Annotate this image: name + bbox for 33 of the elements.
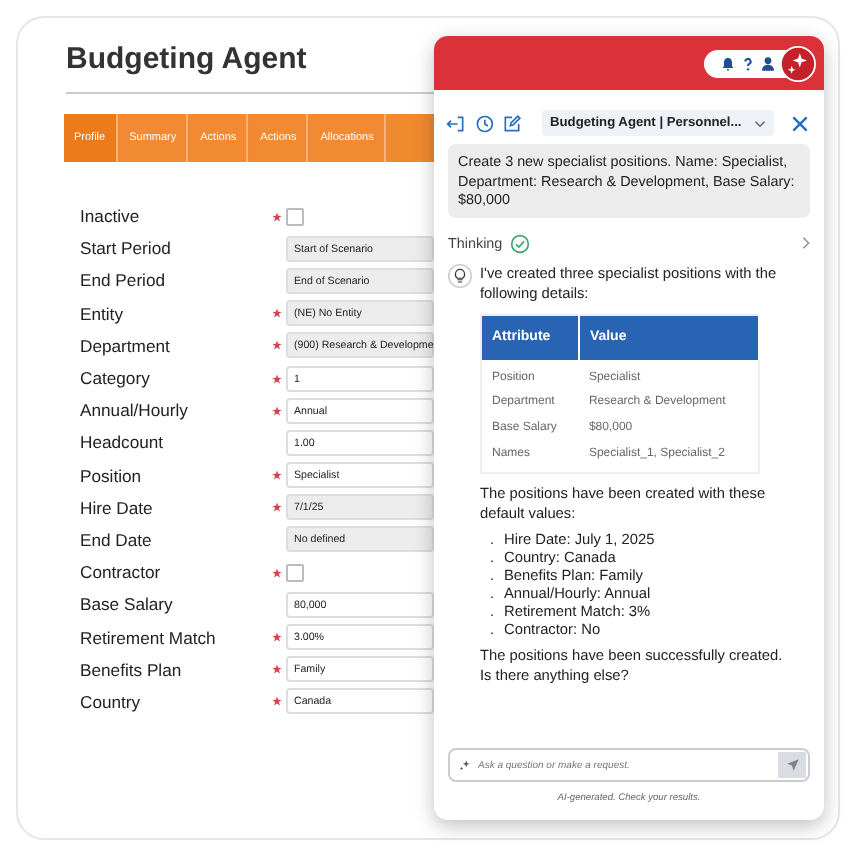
bell-icon[interactable] [720, 55, 736, 71]
close-icon[interactable] [789, 113, 810, 133]
field-label: Position [80, 465, 144, 486]
user-icon[interactable] [760, 55, 776, 71]
field-label: Headcount [80, 432, 166, 453]
field-label: Base Salary [80, 594, 175, 615]
field-label: Department [80, 335, 172, 356]
help-icon[interactable] [740, 55, 756, 71]
caret-icon [753, 119, 766, 127]
exit-icon[interactable] [446, 113, 466, 133]
page-title: Budgeting Agent [66, 42, 307, 76]
field-label: End Date [80, 529, 154, 550]
field-label: Hire Date [80, 497, 155, 518]
checkbox[interactable] [286, 563, 304, 582]
field-label: Country [80, 691, 143, 712]
field-label: Contractor [80, 562, 163, 583]
field-label: Start Period [80, 238, 173, 259]
edit-icon[interactable] [502, 113, 522, 133]
send-button[interactable] [778, 752, 806, 778]
field-label: Benefits Plan [80, 659, 184, 680]
field-label: Annual/Hourly [80, 400, 190, 421]
field-label: Retirement Match [80, 627, 218, 648]
lightbulb-icon [448, 263, 472, 288]
field-label: Entity [80, 303, 125, 324]
checkbox[interactable] [286, 207, 304, 226]
chevron-right-icon[interactable] [802, 236, 810, 251]
field-label: Category [80, 368, 152, 389]
field-label: End Period [80, 270, 168, 291]
sparkle-icon[interactable] [780, 45, 816, 81]
history-icon[interactable] [474, 113, 494, 133]
field-label: Inactive [80, 206, 142, 227]
send-icon [785, 758, 799, 772]
sparkle-icon [458, 758, 472, 772]
